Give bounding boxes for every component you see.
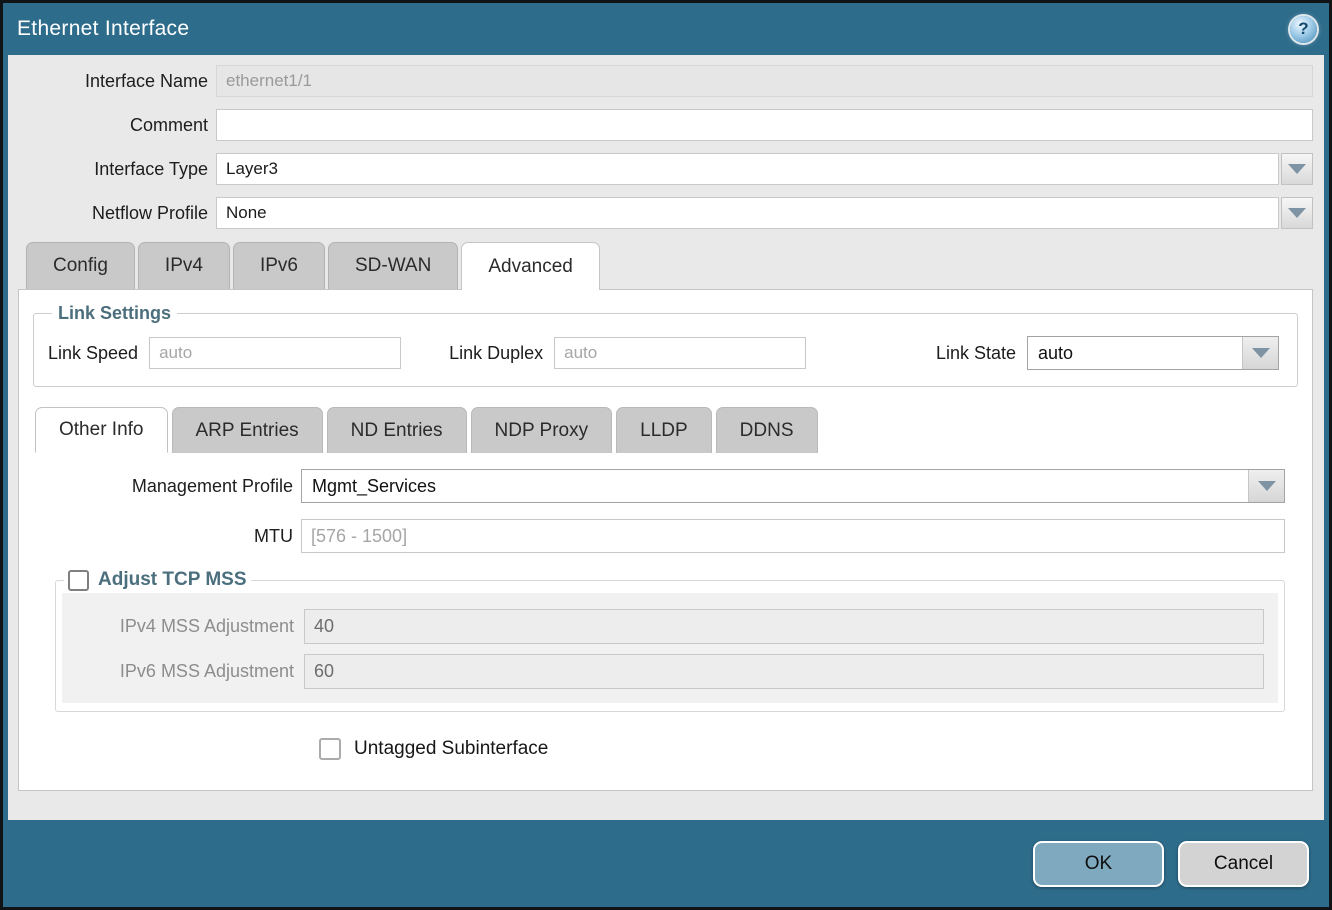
comment-label: Comment	[18, 115, 208, 136]
interface-name-label: Interface Name	[18, 71, 208, 92]
tab-ipv6[interactable]: IPv6	[233, 242, 325, 289]
tab-label: Config	[53, 255, 108, 277]
management-profile-label: Management Profile	[33, 476, 293, 497]
link-state-group: Link State	[936, 336, 1279, 370]
link-speed-label: Link Speed	[48, 343, 138, 364]
link-speed-group: Link Speed	[48, 337, 401, 369]
link-speed-input[interactable]	[149, 337, 401, 369]
tab-label: SD-WAN	[355, 255, 431, 277]
netflow-profile-dropdown-button[interactable]	[1281, 197, 1313, 229]
netflow-profile-value[interactable]	[216, 197, 1279, 229]
tab-ddns[interactable]: DDNS	[716, 407, 818, 453]
management-profile-dropdown-button[interactable]	[1248, 470, 1284, 502]
mss-disabled-panel: IPv4 MSS Adjustment IPv6 MSS Adjustment	[62, 593, 1278, 703]
ipv4-mss-row: IPv4 MSS Adjustment	[62, 609, 1264, 644]
tab-nd-entries[interactable]: ND Entries	[327, 407, 467, 453]
mtu-input[interactable]	[301, 519, 1285, 553]
dialog-title: Ethernet Interface	[17, 17, 189, 41]
management-profile-dropdown[interactable]	[301, 469, 1285, 503]
ok-button[interactable]: OK	[1033, 841, 1164, 887]
adjust-tcp-mss-checkbox[interactable]	[68, 570, 89, 591]
titlebar: Ethernet Interface ?	[3, 3, 1329, 55]
interface-name-input	[216, 65, 1313, 97]
tab-label: LLDP	[640, 420, 688, 442]
tab-label: NDP Proxy	[495, 420, 589, 442]
advanced-tab-panel: Link Settings Link Speed Link Duplex Lin…	[18, 289, 1313, 791]
tab-lldp[interactable]: LLDP	[616, 407, 712, 453]
management-profile-row: Management Profile	[33, 469, 1298, 503]
link-state-dropdown-button[interactable]	[1242, 337, 1278, 369]
link-duplex-label: Link Duplex	[449, 343, 543, 364]
ethernet-interface-dialog: Ethernet Interface ? Interface Name Comm…	[0, 0, 1332, 910]
tab-label: IPv4	[165, 255, 203, 277]
link-settings-legend: Link Settings	[52, 303, 177, 324]
dialog-footer: OK Cancel	[3, 820, 1329, 907]
mtu-label: MTU	[33, 526, 293, 547]
adjust-tcp-mss-group: Adjust TCP MSS IPv4 MSS Adjustment IPv6 …	[55, 569, 1285, 712]
main-tabs: Config IPv4 IPv6 SD-WAN Advanced	[18, 242, 1313, 290]
link-duplex-input[interactable]	[554, 337, 806, 369]
tab-arp-entries[interactable]: ARP Entries	[172, 407, 323, 453]
management-profile-value[interactable]	[302, 470, 1248, 502]
netflow-profile-label: Netflow Profile	[18, 203, 208, 224]
tab-other-info[interactable]: Other Info	[35, 407, 168, 453]
interface-type-row: Interface Type	[18, 153, 1313, 185]
dialog-content: Interface Name Comment Interface Type Ne…	[8, 55, 1324, 820]
interface-type-dropdown[interactable]	[216, 153, 1313, 185]
link-settings-group: Link Settings Link Speed Link Duplex Lin…	[33, 303, 1298, 387]
untagged-subinterface-row: Untagged Subinterface	[319, 738, 1298, 760]
untagged-subinterface-checkbox[interactable]	[319, 738, 341, 760]
adjust-tcp-mss-legend: Adjust TCP MSS	[64, 569, 251, 591]
cancel-button[interactable]: Cancel	[1178, 841, 1309, 887]
comment-input[interactable]	[216, 109, 1313, 141]
mtu-row: MTU	[33, 519, 1298, 553]
chevron-down-icon	[1288, 164, 1306, 174]
chevron-down-icon	[1258, 481, 1276, 491]
netflow-profile-dropdown[interactable]	[216, 197, 1313, 229]
interface-type-label: Interface Type	[18, 159, 208, 180]
tab-ipv4[interactable]: IPv4	[138, 242, 230, 289]
tab-label: ND Entries	[351, 420, 443, 442]
tab-label: DDNS	[740, 420, 794, 442]
adjust-tcp-mss-title: Adjust TCP MSS	[98, 569, 247, 591]
interface-type-value[interactable]	[216, 153, 1279, 185]
tab-sdwan[interactable]: SD-WAN	[328, 242, 458, 289]
tab-label: Other Info	[59, 419, 144, 441]
tab-label: ARP Entries	[196, 420, 299, 442]
chevron-down-icon	[1252, 348, 1270, 358]
ipv6-mss-row: IPv6 MSS Adjustment	[62, 654, 1264, 689]
link-duplex-group: Link Duplex	[449, 337, 806, 369]
netflow-profile-row: Netflow Profile	[18, 197, 1313, 229]
tab-advanced[interactable]: Advanced	[461, 242, 600, 290]
tab-label: IPv6	[260, 255, 298, 277]
link-settings-row: Link Speed Link Duplex Link State	[48, 336, 1283, 370]
tab-ndp-proxy[interactable]: NDP Proxy	[471, 407, 613, 453]
inner-tabs: Other Info ARP Entries ND Entries NDP Pr…	[33, 407, 1298, 453]
tab-config[interactable]: Config	[26, 242, 135, 289]
ipv6-mss-input	[304, 654, 1264, 689]
link-state-label: Link State	[936, 343, 1016, 364]
link-state-value[interactable]	[1028, 337, 1242, 369]
ipv4-mss-input	[304, 609, 1264, 644]
ipv4-mss-label: IPv4 MSS Adjustment	[62, 616, 294, 637]
untagged-subinterface-label: Untagged Subinterface	[354, 738, 548, 760]
tab-label: Advanced	[488, 256, 573, 278]
help-icon[interactable]: ?	[1290, 16, 1317, 43]
ipv6-mss-label: IPv6 MSS Adjustment	[62, 661, 294, 682]
interface-name-row: Interface Name	[18, 65, 1313, 97]
chevron-down-icon	[1288, 208, 1306, 218]
interface-type-dropdown-button[interactable]	[1281, 153, 1313, 185]
comment-row: Comment	[18, 109, 1313, 141]
link-state-dropdown[interactable]	[1027, 336, 1279, 370]
